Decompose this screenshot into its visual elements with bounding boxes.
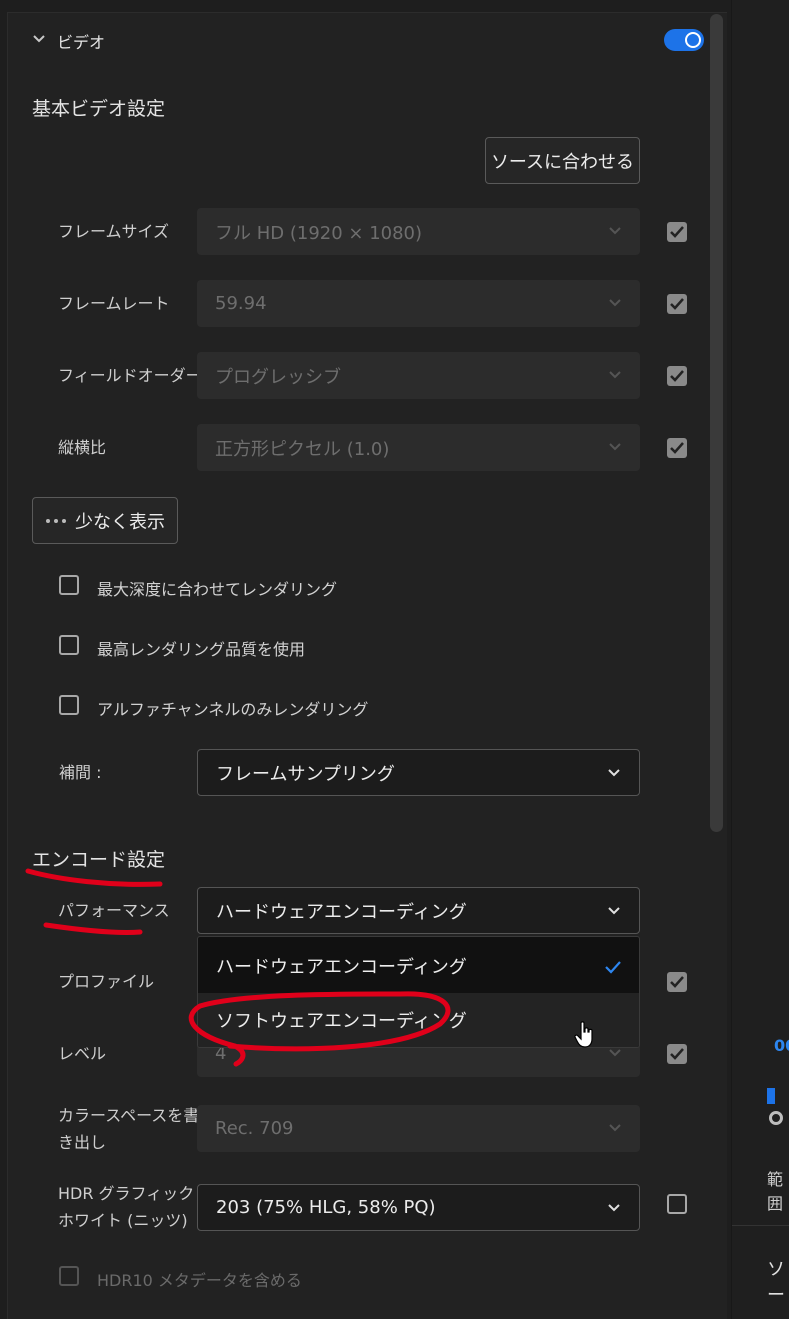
chevron-down-icon	[609, 299, 621, 307]
field-order-match-checkbox[interactable]	[667, 366, 687, 386]
hand-cursor-icon	[574, 1021, 593, 1048]
performance-label: パフォーマンス	[58, 901, 170, 920]
toggle-knob	[685, 32, 701, 48]
max-depth-label[interactable]: 最大深度に合わせてレンダリング	[97, 576, 337, 600]
hdr-white-value: 203 (75% HLG, 58% PQ)	[216, 1197, 436, 1218]
frame-rate-label: フレームレート	[58, 294, 170, 313]
video-section-title[interactable]: ビデオ	[57, 29, 105, 53]
chevron-down-icon	[609, 227, 621, 235]
frame-rate-match-checkbox[interactable]	[667, 294, 687, 314]
more-icon	[46, 518, 66, 523]
alpha-only-label[interactable]: アルファチャンネルのみレンダリング	[97, 696, 368, 720]
level-label: レベル	[58, 1044, 107, 1063]
timecode-readout: 00	[774, 1036, 789, 1055]
profile-label: プロファイル	[58, 972, 155, 991]
frame-size-label: フレームサイズ	[58, 222, 170, 241]
aspect-value: 正方形ピクセル (1.0)	[215, 438, 390, 460]
encode-settings-heading: エンコード設定	[32, 849, 166, 871]
hdr10-metadata-checkbox	[59, 1266, 79, 1286]
chevron-down-icon	[609, 443, 621, 451]
performance-value: ハードウェアエンコーディング	[216, 901, 467, 923]
chevron-down-icon[interactable]	[32, 32, 46, 46]
chevron-down-icon	[608, 907, 620, 915]
chevron-down-icon	[609, 371, 621, 379]
hdr-white-label-line1: HDR グラフィック	[58, 1184, 195, 1203]
range-handle[interactable]	[769, 1111, 783, 1125]
hdr-white-match-checkbox[interactable]	[667, 1194, 687, 1214]
level-match-checkbox[interactable]	[667, 1044, 687, 1064]
interp-value: フレームサンプリング	[216, 763, 395, 785]
frame-size-select: フル HD (1920 × 1080)	[197, 208, 640, 255]
hdr-white-label-line2: ホワイト (ニッツ)	[58, 1211, 188, 1230]
check-icon	[670, 226, 684, 238]
aspect-select: 正方形ピクセル (1.0)	[197, 424, 640, 471]
right-side-panel: 00 範囲 ソー	[731, 0, 789, 1319]
dropdown-option-hardware[interactable]: ハードウェアエンコーディング	[198, 939, 639, 993]
show-less-button[interactable]: 少なく表示	[32, 497, 178, 544]
frame-size-match-checkbox[interactable]	[667, 222, 687, 242]
range-marker	[767, 1088, 775, 1104]
max-depth-checkbox[interactable]	[59, 575, 79, 595]
check-icon	[670, 442, 684, 454]
frame-size-value: フル HD (1920 × 1080)	[215, 222, 423, 244]
source-label: ソー	[767, 1259, 785, 1306]
max-quality-label[interactable]: 最高レンダリング品質を使用	[97, 636, 305, 660]
field-order-label: フィールドオーダー	[58, 366, 202, 385]
aspect-match-checkbox[interactable]	[667, 438, 687, 458]
match-source-button[interactable]: ソースに合わせる	[485, 137, 640, 184]
dropdown-option-label: ソフトウェアエンコーディング	[216, 1011, 467, 1032]
dropdown-option-software[interactable]: ソフトウェアエンコーディング	[198, 993, 639, 1047]
chevron-down-icon	[609, 1049, 621, 1057]
video-enable-toggle[interactable]	[664, 29, 704, 51]
colorspace-label: カラースペースを書 き出し	[58, 1102, 199, 1156]
check-icon	[605, 961, 621, 974]
frame-rate-select: 59.94	[197, 280, 640, 327]
colorspace-select: Rec. 709	[197, 1105, 640, 1152]
chevron-down-icon	[608, 1204, 620, 1212]
dropdown-option-label: ハードウェアエンコーディング	[216, 957, 467, 978]
hdr10-metadata-label: HDR10 メタデータを含める	[97, 1271, 302, 1290]
panel-scrollbar[interactable]	[710, 14, 723, 832]
check-icon	[670, 976, 684, 988]
show-less-label: 少なく表示	[75, 511, 165, 533]
basic-video-settings-heading: 基本ビデオ設定	[32, 98, 166, 120]
aspect-label: 縦横比	[58, 438, 107, 457]
check-icon	[670, 298, 684, 310]
range-label: 範囲	[767, 1170, 784, 1213]
check-icon	[670, 1048, 684, 1060]
hdr-white-select[interactable]: 203 (75% HLG, 58% PQ)	[197, 1184, 640, 1231]
field-order-select: プログレッシブ	[197, 352, 640, 399]
chevron-down-icon	[609, 1124, 621, 1132]
colorspace-value: Rec. 709	[215, 1118, 294, 1139]
alpha-only-checkbox[interactable]	[59, 695, 79, 715]
frame-rate-value: 59.94	[215, 293, 267, 314]
performance-select[interactable]: ハードウェアエンコーディング	[197, 887, 640, 934]
interp-select[interactable]: フレームサンプリング	[197, 749, 640, 796]
max-quality-checkbox[interactable]	[59, 635, 79, 655]
profile-match-checkbox[interactable]	[667, 972, 687, 992]
field-order-value: プログレッシブ	[215, 366, 341, 388]
interp-label: 補間 :	[59, 763, 102, 782]
colorspace-label-line1: カラースペースを書	[58, 1106, 200, 1125]
right-panel-divider	[732, 1225, 789, 1226]
check-icon	[670, 370, 684, 382]
chevron-down-icon	[608, 769, 620, 777]
colorspace-label-line2: き出し	[58, 1133, 107, 1152]
hdr-white-label: HDR グラフィック ホワイト (ニッツ)	[58, 1180, 194, 1234]
